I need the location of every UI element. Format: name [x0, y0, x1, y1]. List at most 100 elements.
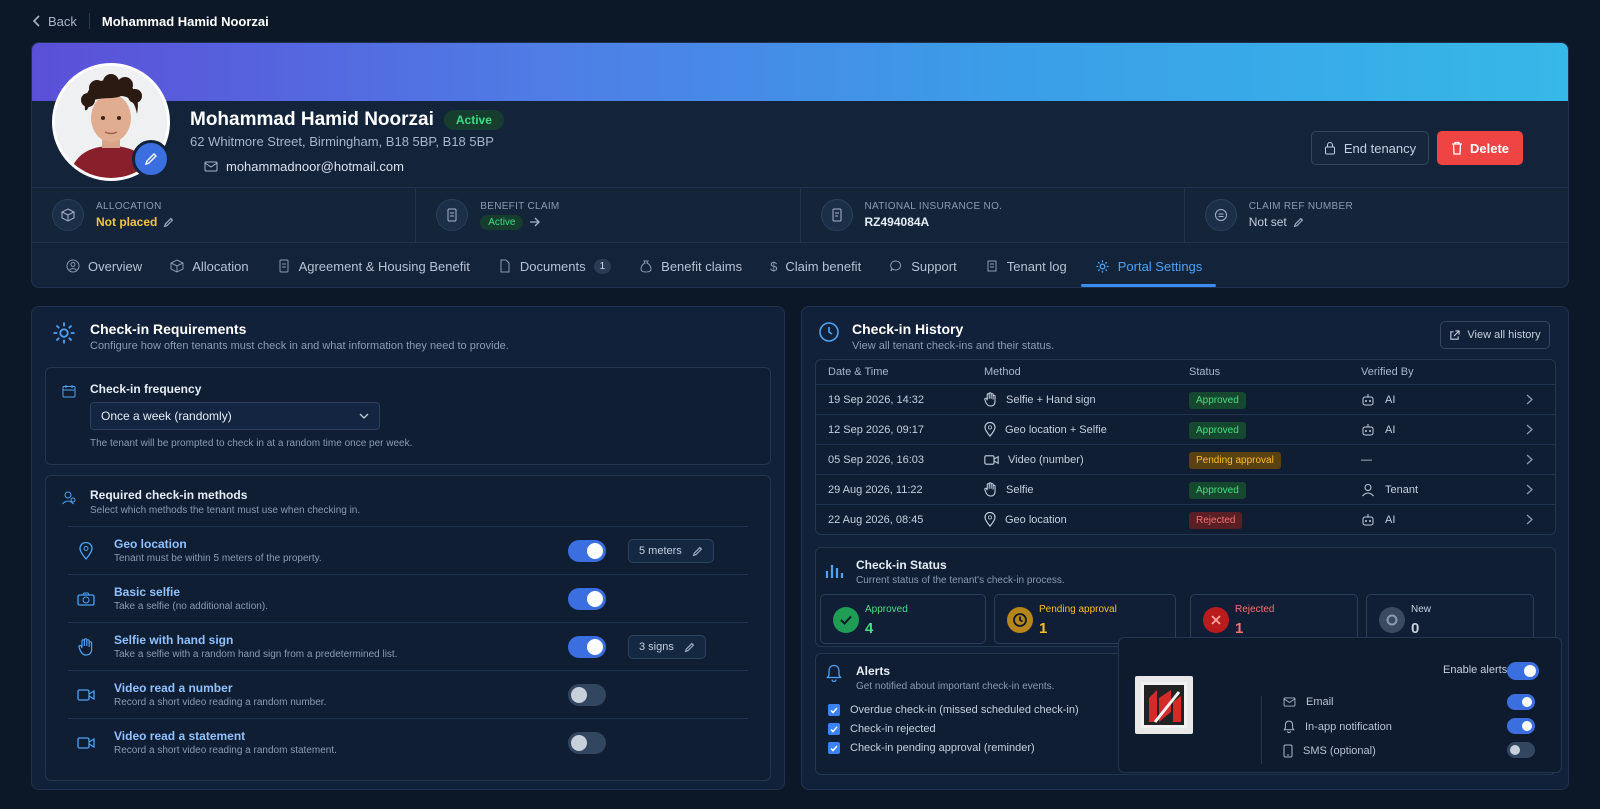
hand-signs-chip[interactable]: 3 signs — [628, 635, 706, 659]
geo-radius-chip[interactable]: 5 meters — [628, 539, 714, 563]
method-row-video-number: Video read a number Record a short video… — [68, 670, 748, 718]
tab-label: Claim benefit — [785, 258, 862, 274]
frequency-select[interactable]: Once a week (randomly) — [90, 402, 380, 430]
end-tenancy-button[interactable]: End tenancy — [1311, 131, 1429, 165]
status-badge: Active — [443, 110, 504, 130]
pencil-icon — [144, 153, 157, 166]
chevron-right-icon — [1526, 454, 1533, 465]
external-link-icon — [1450, 329, 1461, 340]
video-number-toggle[interactable] — [568, 684, 606, 706]
tenant-profile-card: Mohammad Hamid Noorzai Active 62 Whitmor… — [31, 42, 1569, 288]
video-icon — [77, 688, 95, 701]
calendar-icon — [62, 385, 76, 398]
documents-count-badge: 1 — [593, 258, 612, 274]
tab-portal-settings[interactable]: Portal Settings — [1080, 243, 1217, 287]
tab-documents[interactable]: Documents 1 — [484, 243, 625, 287]
view-all-history-button[interactable]: View all history — [1440, 321, 1550, 349]
checkbox-checked-icon[interactable] — [828, 742, 840, 754]
basic-selfie-toggle[interactable] — [568, 588, 606, 610]
bar-chart-icon — [825, 565, 844, 578]
tab-label: Support — [911, 258, 957, 274]
pencil-icon[interactable] — [163, 217, 174, 228]
method-row-basic-selfie: Basic selfie Take a selfie (no additiona… — [68, 574, 748, 622]
enable-alerts-toggle[interactable] — [1507, 662, 1539, 680]
tab-claim-benefit[interactable]: $ Claim benefit — [756, 243, 875, 287]
chevron-left-icon — [32, 15, 40, 27]
claim-ref-label: CLAIM REF NUMBER — [1248, 201, 1354, 212]
status-card-label: New — [1411, 604, 1432, 615]
lock-icon — [1324, 142, 1335, 155]
delete-button[interactable]: Delete — [1437, 131, 1523, 165]
selfie-hand-sign-toggle[interactable] — [568, 636, 606, 658]
robot-icon — [1362, 423, 1374, 435]
video-icon — [77, 736, 95, 749]
row-date: 12 Sep 2026, 09:17 — [828, 423, 925, 436]
camera-icon — [77, 592, 95, 606]
channel-sms: SMS (optional) — [1283, 744, 1376, 758]
tab-tenant-log[interactable]: Tenant log — [971, 243, 1081, 287]
benefit-claim-label: BENEFIT CLAIM — [480, 200, 560, 212]
tab-allocation[interactable]: Allocation — [156, 243, 262, 287]
users-icon — [62, 491, 76, 505]
row-verified: AI — [1385, 393, 1396, 406]
status-badge: Approved — [1189, 391, 1246, 409]
divider — [88, 13, 90, 29]
user-circle-icon — [66, 259, 80, 273]
checkbox-checked-icon[interactable] — [828, 704, 840, 716]
status-desc: Current status of the tenant's check-in … — [856, 575, 1065, 586]
pencil-icon[interactable] — [1293, 217, 1304, 228]
row-date: 19 Sep 2026, 14:32 — [828, 393, 925, 406]
method-desc: Take a selfie (no additional action). — [114, 601, 268, 612]
tab-bar: Overview Allocation Agreement & Housing … — [32, 243, 1568, 287]
robot-icon — [1362, 393, 1374, 405]
checkbox-checked-icon[interactable] — [828, 723, 840, 735]
geo-radius-value: 5 meters — [639, 545, 682, 557]
row-verified: — — [1361, 453, 1372, 466]
tab-benefit-claims[interactable]: Benefit claims — [625, 243, 756, 287]
row-method: Selfie — [1006, 483, 1034, 496]
allocation-label: ALLOCATION — [96, 201, 162, 212]
table-row[interactable]: 29 Aug 2026, 11:22 Selfie Approved Tenan… — [816, 474, 1555, 504]
alert-check-rejected[interactable]: Check-in rejected — [828, 723, 936, 735]
claim-ref-value: Not set — [1248, 215, 1287, 229]
video-statement-toggle[interactable] — [568, 732, 606, 754]
tab-agreement[interactable]: Agreement & Housing Benefit — [263, 243, 484, 287]
document-icon — [436, 199, 469, 231]
profile-banner — [32, 43, 1568, 101]
table-header: Date & Time Method Status Verified By — [816, 360, 1555, 384]
row-date: 29 Aug 2026, 11:22 — [828, 483, 923, 496]
tab-support[interactable]: Support — [875, 243, 971, 287]
sms-toggle[interactable] — [1507, 742, 1535, 758]
ni-number-label: NATIONAL INSURANCE NO. — [864, 201, 1003, 212]
status-card-value: 1 — [1235, 620, 1244, 637]
status-card-label: Rejected — [1235, 604, 1275, 615]
edit-avatar-button[interactable] — [132, 140, 170, 178]
clock-icon — [819, 322, 839, 342]
in-app-toggle[interactable] — [1507, 718, 1535, 734]
box-icon — [52, 199, 84, 231]
gear-icon — [53, 322, 75, 344]
method-row-selfie-hand-sign: Selfie with hand sign Take a selfie with… — [68, 622, 748, 670]
table-row[interactable]: 19 Sep 2026, 14:32 Selfie + Hand sign Ap… — [816, 384, 1555, 414]
alert-check-pending[interactable]: Check-in pending approval (reminder) — [828, 742, 1035, 754]
channel-in-app: In-app notification — [1283, 720, 1392, 733]
status-card-label: Pending approval — [1039, 604, 1117, 615]
page-title: Mohammad Hamid Noorzai — [101, 13, 269, 29]
end-tenancy-label: End tenancy — [1343, 140, 1417, 156]
column-header: Date & Time — [828, 366, 889, 378]
allocation-value: Not placed — [96, 215, 158, 229]
table-row[interactable]: 12 Sep 2026, 09:17 Geo location + Selfie… — [816, 414, 1555, 444]
pencil-icon — [692, 546, 703, 556]
back-button[interactable]: Back — [32, 14, 77, 29]
tab-overview[interactable]: Overview — [52, 243, 156, 287]
tab-label: Documents — [519, 258, 586, 274]
arrow-right-icon[interactable] — [529, 217, 541, 227]
row-date: 22 Aug 2026, 08:45 — [828, 513, 924, 526]
email-toggle[interactable] — [1507, 694, 1535, 710]
notification-channels-card: Enable alerts Email In-app notification … — [1118, 637, 1562, 773]
table-row[interactable]: 05 Sep 2026, 16:03 Video (number) Pendin… — [816, 444, 1555, 474]
tenant-email[interactable]: mohammadnoor@hotmail.com — [226, 159, 404, 174]
alert-check-overdue[interactable]: Overdue check-in (missed scheduled check… — [828, 704, 1079, 716]
table-row[interactable]: 22 Aug 2026, 08:45 Geo location Rejected… — [816, 504, 1555, 534]
geo-location-toggle[interactable] — [568, 540, 606, 562]
